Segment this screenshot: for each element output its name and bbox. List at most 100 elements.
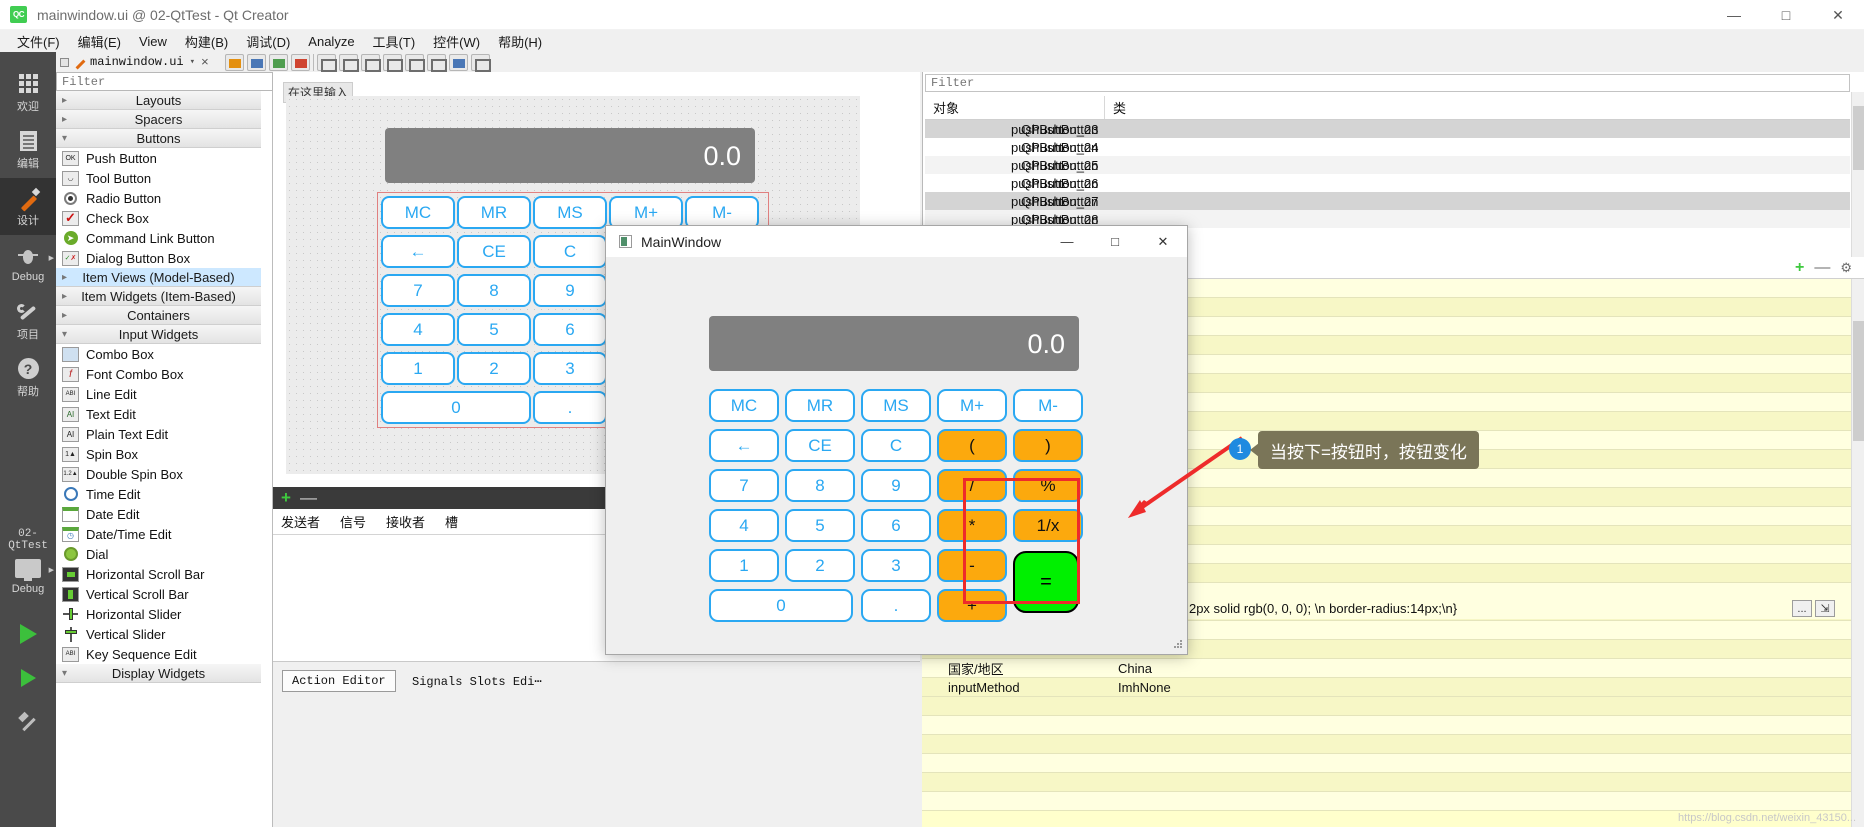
property-editor-scrollbar[interactable] [1851, 279, 1864, 827]
object-inspector-scroll-thumb[interactable] [1853, 106, 1864, 170]
widget-category-7[interactable]: ▾ Display Widgets [56, 664, 261, 683]
widget-item-combo-box[interactable]: Combo Box [56, 344, 261, 364]
form-key-4-0[interactable]: 1 [381, 352, 455, 385]
property-row-filler[interactable] [922, 792, 1864, 811]
widget-item-time-edit[interactable]: Time Edit [56, 484, 261, 504]
object-row[interactable]: pushButton_25 QPushButton [925, 156, 1850, 174]
widget-item-font-combo-box[interactable]: f Font Combo Box [56, 364, 261, 384]
menu-widgets[interactable]: 控件(W) [424, 30, 489, 53]
form-key-0-2[interactable]: MS [533, 196, 607, 229]
property-editor-scroll-thumb[interactable] [1853, 321, 1864, 441]
object-inspector-filter-input[interactable] [925, 74, 1850, 92]
form-key-1-1[interactable]: CE [457, 235, 531, 268]
tab-signals-slots-editor[interactable]: Signals Slots Edi⋯ [403, 670, 551, 692]
layout-splitter-v-tool[interactable] [382, 53, 403, 72]
calc-key-x[interactable]: . [861, 589, 931, 622]
form-key-0-1[interactable]: MR [457, 196, 531, 229]
mode-edit[interactable]: 编辑 [0, 121, 56, 178]
menu-tools[interactable]: 工具(T) [364, 30, 425, 53]
close-button[interactable]: ✕ [1812, 0, 1864, 30]
form-key-4-1[interactable]: 2 [457, 352, 531, 385]
mode-design[interactable]: 设计 [0, 178, 56, 235]
calc-key-x[interactable]: ) [1013, 429, 1083, 462]
class-column-header[interactable]: 类 [1105, 96, 1126, 119]
form-key-3-1[interactable]: 5 [457, 313, 531, 346]
form-key-0-0[interactable]: MC [381, 196, 455, 229]
widget-item-date-edit[interactable]: Date Edit [56, 504, 261, 524]
property-row[interactable]: 国家/地区 China [922, 659, 1864, 678]
property-row-filler[interactable] [922, 697, 1864, 716]
menu-analyze[interactable]: Analyze [299, 32, 363, 51]
menu-help[interactable]: 帮助(H) [489, 30, 551, 53]
widget-item-vertical-scroll-bar[interactable]: Vertical Scroll Bar [56, 584, 261, 604]
menu-edit[interactable]: 编辑(E) [69, 30, 130, 53]
maximize-button[interactable]: □ [1760, 0, 1812, 30]
calculator-display[interactable]: 0.0 [709, 316, 1079, 371]
widget-category-4[interactable]: ▸ Item Widgets (Item-Based) [56, 287, 261, 306]
mainwindow-maximize-button[interactable]: □ [1091, 226, 1139, 258]
calc-key-8[interactable]: 8 [785, 469, 855, 502]
property-remove-button[interactable]: — [1814, 259, 1830, 277]
edit-signals-slots-tool[interactable] [246, 53, 266, 71]
form-key-2-1[interactable]: 8 [457, 274, 531, 307]
edit-widgets-tool[interactable] [224, 53, 244, 71]
calc-key-M-[interactable]: M- [1013, 389, 1083, 422]
layout-form-tool[interactable] [404, 53, 425, 72]
widget-box-list[interactable]: ▸ Layouts ▸ Spacers ▾ Buttons OK Push Button ◡ To… [56, 91, 261, 827]
calc-key-M+[interactable]: M+ [937, 389, 1007, 422]
widget-category-0[interactable]: ▸ Layouts [56, 91, 261, 110]
object-row[interactable]: pushButton_24 QPushButton [925, 138, 1850, 156]
calc-key-MC[interactable]: MC [709, 389, 779, 422]
menu-debug[interactable]: 调试(D) [237, 30, 299, 53]
calc-key-0[interactable]: 0 [709, 589, 853, 622]
widget-category-2[interactable]: ▾ Buttons [56, 129, 261, 148]
remove-connection-button[interactable]: — [300, 488, 317, 508]
stylesheet-property-row[interactable]: order:2px solid rgb(0, 0, 0); \n border-… [1155, 598, 1851, 619]
minimize-button[interactable]: — [1708, 0, 1760, 30]
debug-button[interactable] [0, 656, 56, 700]
layout-horizontally-tool[interactable] [316, 53, 337, 72]
calc-key-x[interactable]: ( [937, 429, 1007, 462]
property-row[interactable]: inputMethod ImhNone [922, 678, 1864, 697]
add-connection-button[interactable]: + [281, 488, 291, 508]
object-column-header[interactable]: 对象 [925, 96, 1105, 119]
break-layout-tool[interactable] [448, 53, 468, 71]
form-key-2-0[interactable]: 7 [381, 274, 455, 307]
object-inspector-rows[interactable]: pushButton_23 QPushButton pushButton_24 QPu… [925, 120, 1850, 234]
widget-item-spin-box[interactable]: 1▲ Spin Box [56, 444, 261, 464]
tab-action-editor[interactable]: Action Editor [282, 670, 396, 692]
resize-grip-icon[interactable] [1173, 640, 1183, 650]
widget-item-double-spin-box[interactable]: 1.2▲ Double Spin Box [56, 464, 261, 484]
property-row-filler[interactable] [922, 735, 1864, 754]
calc-key-CE[interactable]: CE [785, 429, 855, 462]
widget-item-date-time-edit[interactable]: ◷ Date/Time Edit [56, 524, 261, 544]
widget-category-3[interactable]: ▸ Item Views (Model-Based) [56, 268, 261, 287]
calc-key-9[interactable]: 9 [861, 469, 931, 502]
calc-key-MR[interactable]: MR [785, 389, 855, 422]
mode-welcome[interactable]: 欢迎 [0, 64, 56, 121]
calc-key-5[interactable]: 5 [785, 509, 855, 542]
form-key-1-0[interactable]: ← [381, 235, 455, 268]
widget-item-radio-button[interactable]: Radio Button [56, 188, 261, 208]
form-key-3-0[interactable]: 4 [381, 313, 455, 346]
form-key-5-1[interactable]: . [533, 391, 607, 424]
menu-view[interactable]: View [130, 32, 176, 51]
calc-key-4[interactable]: 4 [709, 509, 779, 542]
widget-item-key-sequence-edit[interactable]: ABI Key Sequence Edit [56, 644, 261, 664]
mode-projects[interactable]: 项目 [0, 292, 56, 349]
layout-splitter-h-tool[interactable] [360, 53, 381, 72]
widget-category-5[interactable]: ▸ Containers [56, 306, 261, 325]
widget-item-text-edit[interactable]: AI Text Edit [56, 404, 261, 424]
form-display-label[interactable]: 0.0 [385, 128, 755, 183]
calc-key-7[interactable]: 7 [709, 469, 779, 502]
calc-key-2[interactable]: 2 [785, 549, 855, 582]
widget-category-1[interactable]: ▸ Spacers [56, 110, 261, 129]
mode-help[interactable]: ? 帮助 [0, 349, 56, 406]
form-key-4-2[interactable]: 3 [533, 352, 607, 385]
layout-grid-tool[interactable] [426, 53, 447, 72]
object-row[interactable]: pushButton_23 QPushButton [925, 120, 1850, 138]
calc-key-x[interactable]: ← [709, 429, 779, 462]
adjust-size-tool[interactable] [470, 53, 491, 72]
build-button[interactable] [0, 700, 56, 744]
property-row-filler[interactable] [922, 773, 1864, 792]
